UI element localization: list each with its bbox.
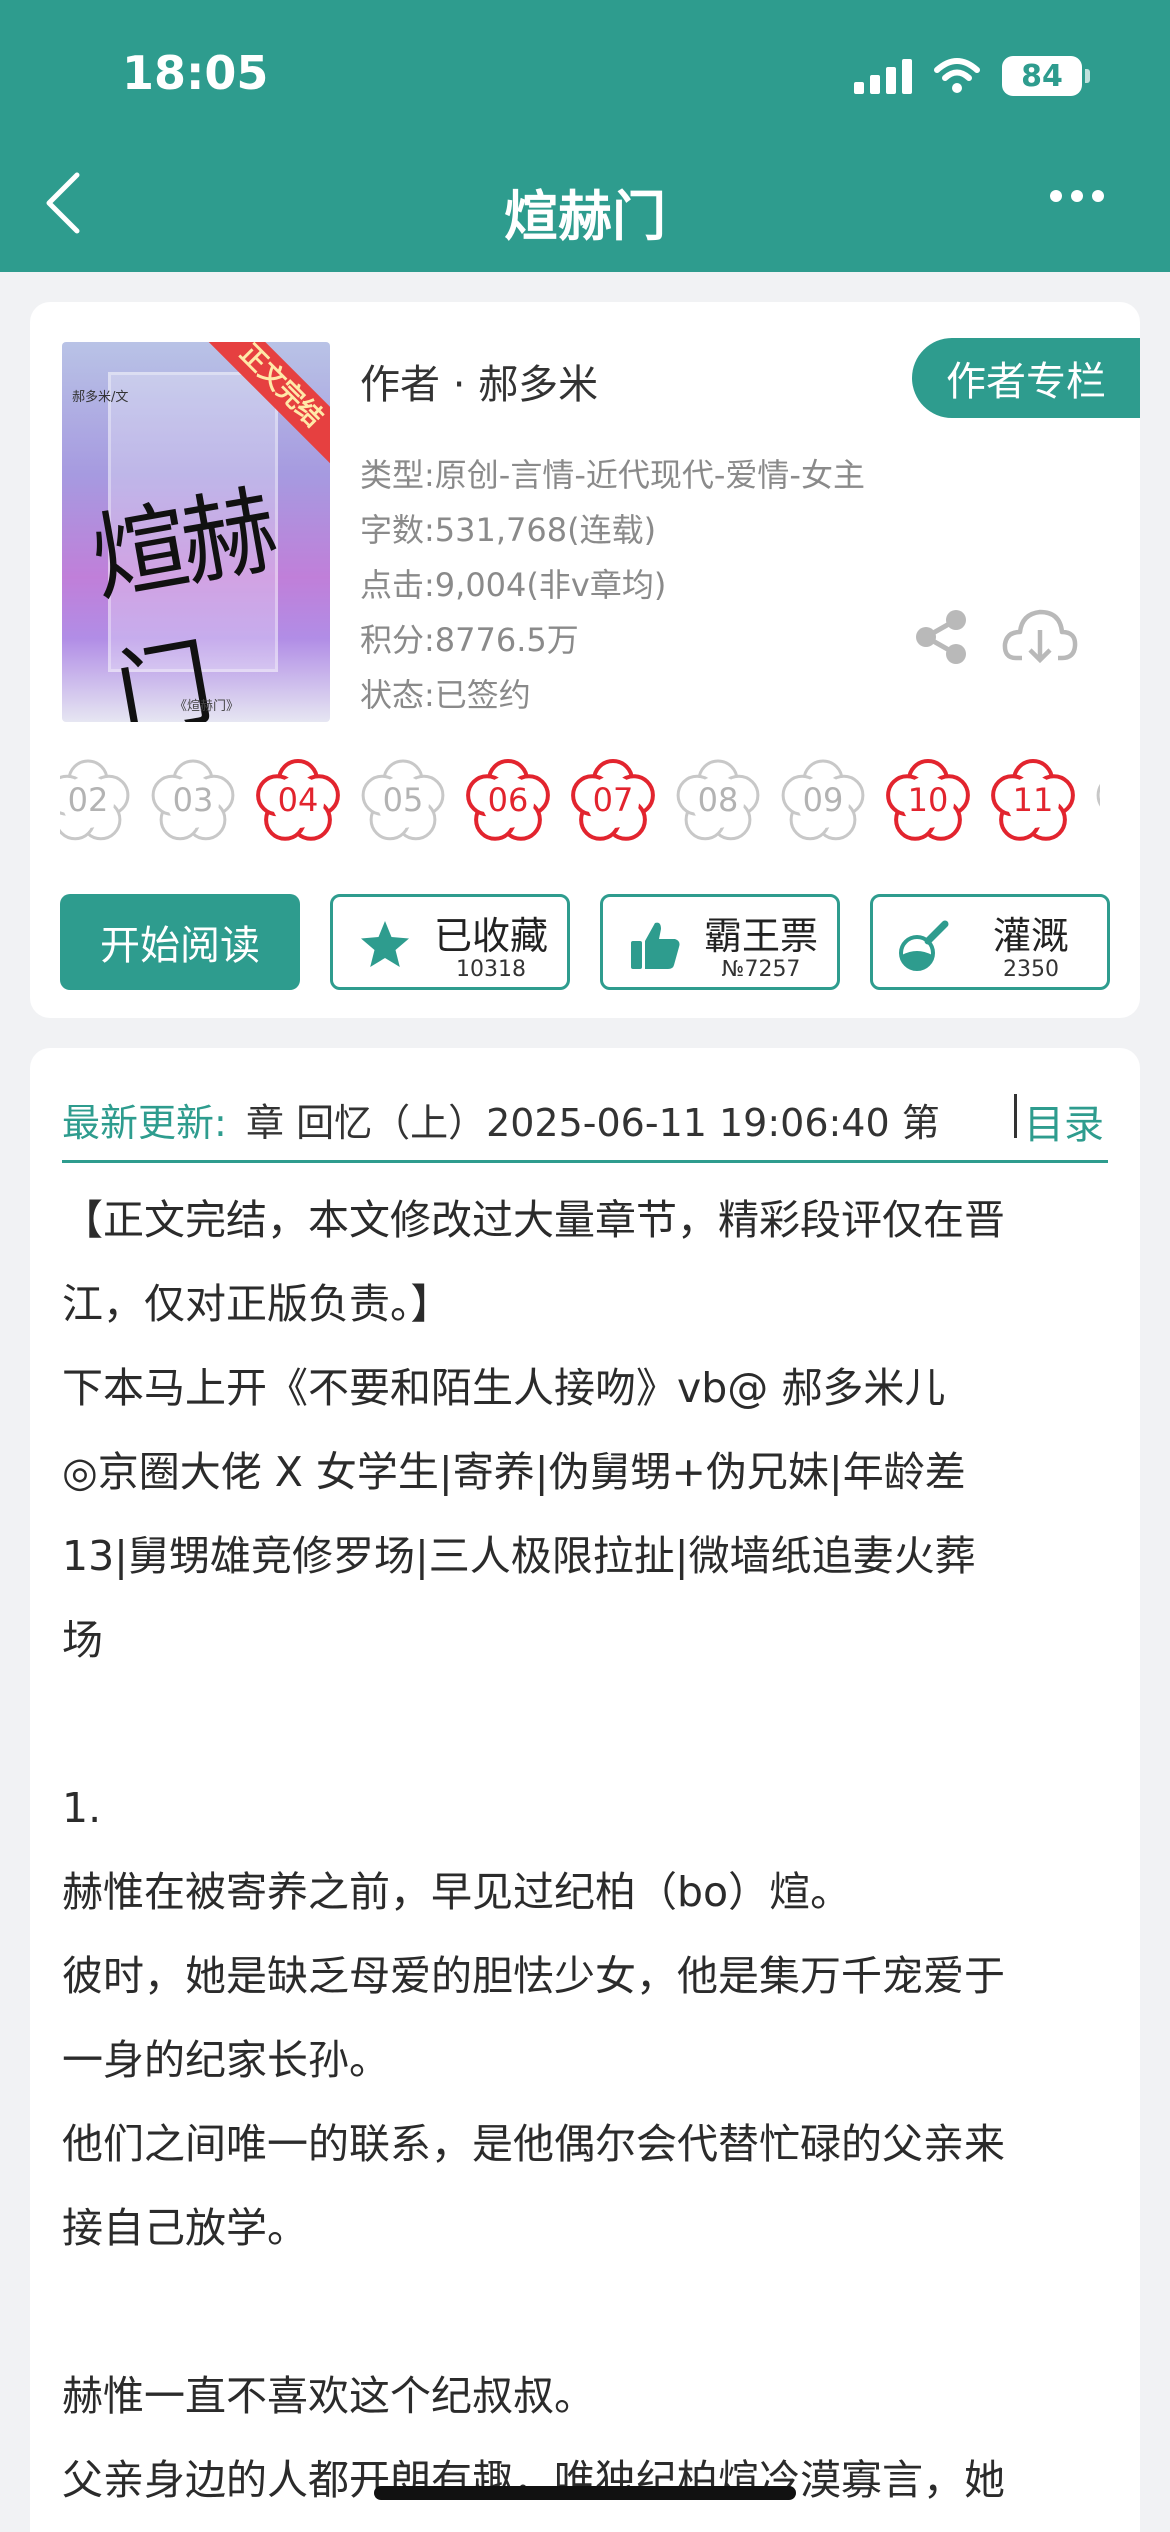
meta-word-count: 字数:531,768(连载) — [360, 511, 657, 549]
text-line: 父亲身边的人都开朗有趣，唯独纪柏煊冷漠寡言，她 — [62, 2456, 1005, 2504]
latest-update-text[interactable]: 章 回忆（上）2025-06-11 19:06:40 第 — [246, 1092, 946, 1147]
latest-update-label: 最新更新: — [62, 1101, 227, 1145]
text-line — [62, 1682, 1108, 1766]
text-line: ◎京圈大佬 X 女学生|寄养|伪舅甥+伪兄妹|年龄差 — [62, 1448, 966, 1496]
battery-level: 84 — [1021, 58, 1063, 94]
water-label: 灌溉 — [992, 914, 1069, 958]
more-dot-icon — [1050, 190, 1062, 202]
author-column-button[interactable]: 作者专栏 — [912, 338, 1140, 418]
ticket-count: №7257 — [721, 957, 801, 982]
rating-flower-number: 02 — [67, 781, 109, 819]
meta-clicks: 点击:9,004(非v章均) — [360, 566, 667, 604]
synopsis-text: 【正文完结，本文修改过大量章节，精彩段评仅在晋 江，仅对正版负责。】 下本马上开… — [62, 1178, 1108, 2522]
rating-flower[interactable]: 10 — [880, 752, 976, 848]
rating-flower-number: 07 — [592, 781, 634, 819]
share-icon[interactable] — [910, 606, 972, 668]
more-menu-button[interactable] — [1050, 190, 1104, 202]
meta-genre: 类型:原创-言情-近代现代-爱情-女主 — [360, 456, 865, 494]
rating-flower[interactable]: 09 — [775, 752, 871, 848]
rating-flower-number: 05 — [382, 781, 424, 819]
latest-update-bar[interactable]: 最新更新: 章 回忆（上）2025-06-11 19:06:40 第 目录 — [62, 1078, 1108, 1158]
content-card: 最新更新: 章 回忆（上）2025-06-11 19:06:40 第 目录 【正… — [30, 1048, 1140, 2532]
text-line: 1. — [62, 1784, 102, 1832]
action-row: 开始阅读 已收藏 10318 霸王票 №7257 灌溉 2350 — [60, 894, 1110, 990]
meta-points: 积分:8776.5万 — [360, 621, 579, 659]
rating-flower[interactable]: 03 — [145, 752, 241, 848]
rating-flower-number: 11 — [1012, 781, 1054, 819]
divider — [62, 1160, 1108, 1163]
author-line[interactable]: 作者 · 郝多米 — [360, 352, 598, 410]
wifi-icon — [934, 58, 980, 93]
app-header: 18:05 84 煊赫门 — [0, 0, 1170, 272]
rating-flower[interactable]: 12 — [1090, 752, 1100, 848]
rating-flower[interactable]: 02 — [60, 752, 136, 848]
book-meta: 类型:原创-言情-近代现代-爱情-女主 字数:531,768(连载) 点击:9,… — [360, 448, 865, 723]
text-line: 赫惟在被寄养之前，早见过纪柏（bo）煊。 — [62, 1868, 852, 1916]
more-dot-icon — [1092, 190, 1104, 202]
ticket-label: 霸王票 — [703, 914, 818, 958]
collect-button[interactable]: 已收藏 10318 — [330, 894, 570, 990]
text-line: 他们之间唯一的联系，是他偶尔会代替忙碌的父亲来 — [62, 2120, 1005, 2168]
rating-flower-number: 10 — [907, 781, 949, 819]
cloud-download-icon[interactable] — [1002, 604, 1078, 668]
rating-flower[interactable]: 11 — [985, 752, 1081, 848]
divider — [1014, 1094, 1017, 1138]
rating-flower[interactable]: 08 — [670, 752, 766, 848]
text-line: 接自己放学。 — [62, 2204, 308, 2252]
cover-author-credit: 郝多米/文 — [72, 390, 129, 405]
toc-link[interactable]: 目录 — [1024, 1092, 1104, 1150]
cover-publisher: 《煊赫门》 — [174, 699, 240, 714]
status-icons: 84 — [854, 56, 1090, 96]
collect-count: 10318 — [456, 957, 526, 982]
rating-flower[interactable]: 05 — [355, 752, 451, 848]
more-dot-icon — [1071, 190, 1083, 202]
rating-flower-number: 09 — [802, 781, 844, 819]
text-line: 13|舅甥雄竞修罗场|三人极限拉扯|微墙纸追妻火葬 — [62, 1532, 976, 1580]
rating-flower-row: 02 03 04 05 06 07 08 09 10 11 12 — [60, 752, 1100, 852]
rating-flower-number: 03 — [172, 781, 214, 819]
cover-title: 煊赫门 — [83, 474, 281, 722]
text-line: 彼时，她是缺乏母爱的胆怯少女，他是集万千宠爱于 — [62, 1952, 1005, 2000]
rating-flower-number: 04 — [277, 781, 319, 819]
rating-flower-number: 12 — [1090, 752, 1100, 848]
water-count: 2350 — [1003, 957, 1059, 982]
rating-flower[interactable]: 04 — [250, 752, 346, 848]
home-indicator — [374, 2486, 796, 2500]
collect-label: 已收藏 — [433, 914, 548, 958]
ticket-button[interactable]: 霸王票 №7257 — [600, 894, 840, 990]
text-line: 赫惟一直不喜欢这个纪叔叔。 — [62, 2372, 595, 2420]
meta-status: 状态:已签约 — [360, 676, 531, 714]
book-cover[interactable]: 郝多米/文 煊赫门 《煊赫门》 正文完结 — [62, 342, 330, 722]
rating-flower-number: 06 — [487, 781, 529, 819]
status-time: 18:05 — [122, 46, 269, 100]
rating-flower[interactable]: 06 — [460, 752, 556, 848]
flask-icon — [899, 920, 949, 971]
text-line: 江，仅对正版负责。】 — [62, 1280, 452, 1328]
text-line: 一身的纪家长孙。 — [62, 2036, 390, 2084]
text-line: 下本马上开《不要和陌生人接吻》vb@ 郝多米儿 — [62, 1364, 946, 1412]
battery-icon: 84 — [1002, 56, 1090, 96]
star-icon — [361, 921, 409, 967]
text-line: 场 — [62, 1616, 103, 1664]
start-reading-button[interactable]: 开始阅读 — [60, 894, 300, 990]
rating-flower-number: 08 — [697, 781, 739, 819]
thumbs-up-icon — [631, 922, 680, 969]
page-title: 煊赫门 — [504, 185, 666, 248]
text-line — [62, 2270, 1108, 2354]
water-button[interactable]: 灌溉 2350 — [870, 894, 1110, 990]
rating-flower[interactable]: 07 — [565, 752, 661, 848]
cellular-signal-icon — [854, 58, 912, 94]
text-line: 【正文完结，本文修改过大量章节，精彩段评仅在晋 — [62, 1196, 1005, 1244]
book-info-card: 郝多米/文 煊赫门 《煊赫门》 正文完结 作者 · 郝多米 作者专栏 类型:原创… — [30, 302, 1140, 1018]
